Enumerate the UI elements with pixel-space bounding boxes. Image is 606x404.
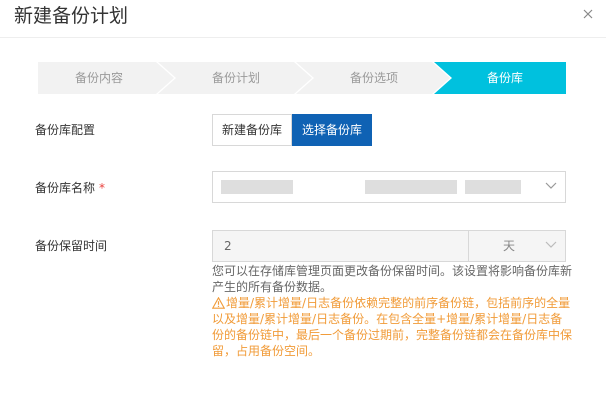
repo-config-label: 备份库配置 xyxy=(35,123,96,137)
step-progress: 备份内容 备份计划 备份选项 备份库 xyxy=(38,62,566,94)
redacted-value xyxy=(365,180,457,194)
retention-warning: 增量/累计增量/日志备份依赖完整的前序备份链，包括前序的全量以及增量/累计增量/… xyxy=(212,295,574,359)
redacted-value xyxy=(465,180,521,194)
retention-unit-value: 天 xyxy=(503,239,516,253)
redacted-value xyxy=(221,180,293,194)
step-backup-content[interactable]: 备份内容 xyxy=(38,62,160,94)
retention-hint: 您可以在存储库管理页面更改备份保留时间。该设置将影响备份库新产生的所有备份数据。 xyxy=(212,264,573,294)
step-backup-repository[interactable]: 备份库 xyxy=(444,62,566,94)
step-backup-plan[interactable]: 备份计划 xyxy=(168,62,304,94)
required-mark: * xyxy=(99,181,106,195)
repo-config-toggle: 新建备份库 选择备份库 xyxy=(212,114,373,146)
chevron-down-icon xyxy=(545,182,557,189)
select-repository-button[interactable]: 选择备份库 xyxy=(292,114,373,146)
chevron-down-icon xyxy=(545,241,557,248)
retention-warning-text: 增量/累计增量/日志备份依赖完整的前序备份链，包括前序的全量以及增量/累计增量/… xyxy=(212,296,573,358)
repo-name-label: 备份库名称 * xyxy=(35,180,105,196)
warning-triangle-icon xyxy=(212,297,225,309)
repo-name-label-text: 备份库名称 xyxy=(35,181,96,195)
close-button[interactable] xyxy=(580,6,596,22)
repo-name-select[interactable] xyxy=(212,171,566,203)
dialog-title: 新建备份计划 xyxy=(14,5,129,27)
step-backup-options[interactable]: 备份选项 xyxy=(306,62,442,94)
close-icon xyxy=(583,9,593,19)
new-repository-button[interactable]: 新建备份库 xyxy=(212,114,293,146)
dialog-header: 新建备份计划 xyxy=(0,0,606,38)
retention-unit-select[interactable]: 天 xyxy=(468,230,566,262)
retention-label: 备份保留时间 xyxy=(35,239,108,253)
retention-value-input[interactable]: 2 xyxy=(212,230,469,262)
